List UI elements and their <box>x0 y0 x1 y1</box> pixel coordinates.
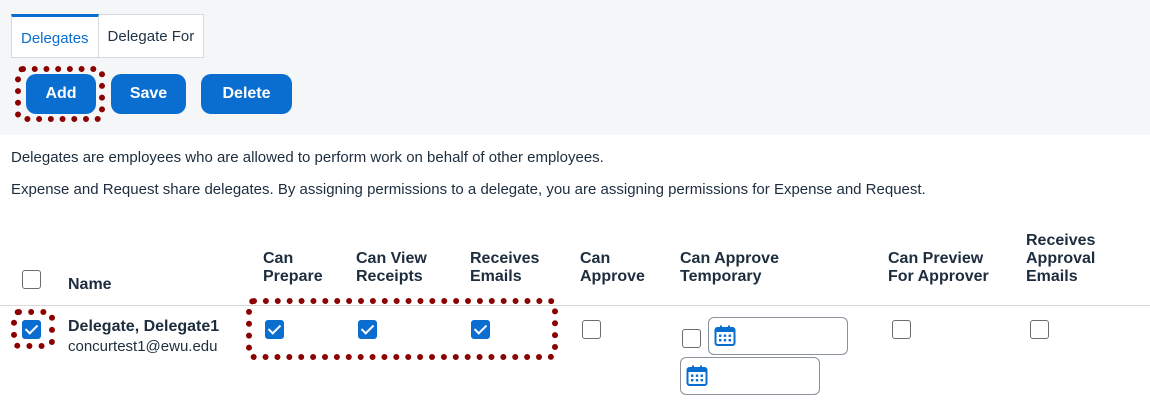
can-approve-temporary-checkbox[interactable] <box>682 329 701 348</box>
permissions-highlight <box>246 298 558 360</box>
description-line-1: Delegates are employees who are allowed … <box>11 149 604 166</box>
column-header-can-preview-for-approver: Can Preview For Approver <box>888 250 989 285</box>
column-header-receives-emails: Receives Emails <box>470 250 540 285</box>
tab-delegates[interactable]: Delegates <box>11 14 99 58</box>
select-all-checkbox[interactable] <box>22 270 41 289</box>
add-button[interactable]: Add <box>26 74 96 114</box>
calendar-icon[interactable] <box>686 365 708 387</box>
column-header-can-approve: Can Approve <box>580 250 645 285</box>
can-approve-checkbox[interactable] <box>582 320 601 339</box>
tab-bar: Delegates Delegate For <box>11 14 205 58</box>
temporary-start-date-input[interactable] <box>708 317 848 355</box>
receives-approval-emails-checkbox[interactable] <box>1030 320 1049 339</box>
column-header-receives-approval-emails: Receives Approval Emails <box>1026 232 1096 285</box>
tab-delegates-label: Delegates <box>21 29 89 47</box>
table-header-divider <box>0 305 1150 306</box>
row-select-checkbox[interactable] <box>22 320 41 339</box>
tab-delegate-for-label: Delegate For <box>107 27 195 45</box>
can-prepare-checkbox[interactable] <box>265 320 284 339</box>
column-header-name: Name <box>68 276 112 293</box>
can-preview-for-approver-checkbox[interactable] <box>892 320 911 339</box>
delegate-name: Delegate, Delegate1 <box>68 318 220 335</box>
temporary-end-date-input[interactable] <box>680 357 820 395</box>
description-line-2: Expense and Request share delegates. By … <box>11 181 926 198</box>
column-header-can-prepare: Can Prepare <box>263 250 323 285</box>
delegate-email: concurtest1@ewu.edu <box>68 338 218 355</box>
toolbar-panel: Delegates Delegate For Add Save Delete <box>0 0 1150 135</box>
column-header-can-view-receipts: Can View Receipts <box>356 250 427 285</box>
calendar-icon[interactable] <box>714 325 736 347</box>
receives-emails-checkbox[interactable] <box>471 320 490 339</box>
save-button[interactable]: Save <box>111 74 186 114</box>
tab-delegate-for[interactable]: Delegate For <box>98 14 205 58</box>
column-header-can-approve-temporary: Can Approve Temporary <box>680 250 779 285</box>
can-view-receipts-checkbox[interactable] <box>358 320 377 339</box>
delete-button[interactable]: Delete <box>201 74 292 114</box>
